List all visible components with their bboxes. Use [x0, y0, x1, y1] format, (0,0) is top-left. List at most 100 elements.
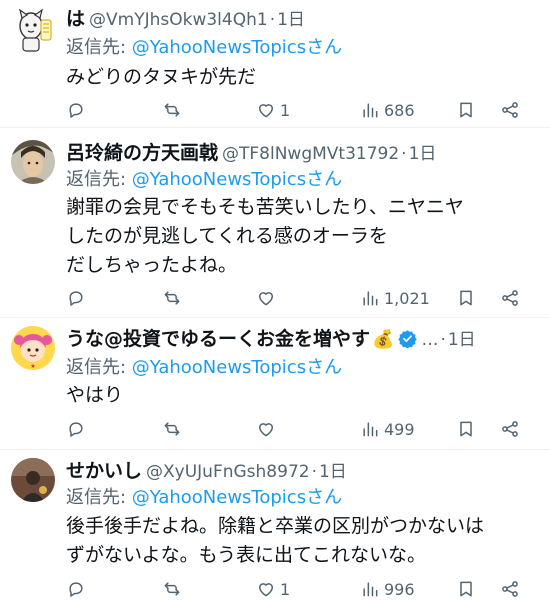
bookmark-button[interactable] — [456, 417, 476, 441]
reply-icon — [69, 291, 83, 306]
heart-icon — [259, 104, 273, 118]
views-button[interactable]: 686 — [360, 98, 415, 122]
game-character-avatar-icon — [11, 140, 55, 184]
tweet-text: 謝罪の会見でそもそも苦笑いしたり、ニヤニヤ したのが見逃してくれる感のオーラを … — [66, 196, 464, 276]
separator-dot: · — [440, 330, 446, 350]
separator-dot: · — [401, 144, 407, 164]
timestamp[interactable]: 1日 — [277, 5, 305, 30]
reply-icon — [69, 103, 83, 118]
separator-dot: · — [269, 10, 276, 30]
action-bar: 1 996 — [66, 577, 540, 601]
view-count: 996 — [384, 579, 415, 599]
bookmark-button[interactable] — [456, 286, 476, 310]
reply-button[interactable] — [66, 577, 86, 601]
tweet-header: せかいし @XyUJuFnGsh8972 · 1日 — [66, 456, 540, 482]
reply-prefix: 返信先: — [66, 169, 132, 190]
cartoon-girl-avatar-icon: ★ — [11, 326, 55, 370]
display-name[interactable]: は — [66, 4, 85, 30]
share-button[interactable] — [500, 98, 520, 122]
reply-context: 返信先: @YahooNewsTopicsさん — [66, 33, 342, 59]
reply-context: 返信先: @YahooNewsTopicsさん — [66, 483, 342, 509]
like-count: 1 — [280, 100, 291, 120]
retweet-icon — [164, 422, 180, 436]
share-button[interactable] — [500, 286, 520, 310]
retweet-button[interactable] — [162, 577, 182, 601]
like-button[interactable] — [256, 286, 280, 310]
timestamp[interactable]: 1日 — [319, 457, 347, 482]
tweet-header: 呂玲綺の方天画戟 @TF8lNwgMVt31792 · 1日 — [66, 138, 540, 164]
retweet-button[interactable] — [162, 98, 182, 122]
display-name[interactable]: 呂玲綺の方天画戟 — [66, 138, 218, 164]
like-button[interactable]: 1 — [256, 577, 290, 601]
tweet[interactable]: 呂玲綺の方天画戟 @TF8lNwgMVt31792 · 1日 返信先: @Yah… — [0, 128, 550, 318]
share-button[interactable] — [500, 417, 520, 441]
retweet-icon — [164, 103, 180, 117]
share-icon — [502, 290, 518, 306]
views-button[interactable]: 996 — [360, 577, 415, 601]
retweet-icon — [164, 291, 180, 305]
reply-button[interactable] — [66, 417, 86, 441]
tweet[interactable]: ★ うな@投資でゆるーくお金を増やす 💰 … · 1日 返信先: @YahooN… — [0, 318, 550, 450]
like-button[interactable]: 1 — [256, 98, 290, 122]
retweet-button[interactable] — [162, 286, 182, 310]
display-name[interactable]: うな@投資でゆるーくお金を増やす — [66, 324, 370, 350]
heart-icon — [259, 583, 273, 597]
views-button[interactable]: 499 — [360, 417, 415, 441]
retweet-button[interactable] — [162, 417, 182, 441]
reply-prefix: 返信先: — [66, 37, 132, 58]
heart-icon — [259, 292, 273, 306]
cartoon-avatar-icon — [14, 6, 54, 54]
bookmark-button[interactable] — [456, 98, 476, 122]
heart-icon — [259, 423, 273, 437]
tweet[interactable]: は @VmYJhsOkw3l4Qh1 · 1日 返信先: @YahooNewsT… — [0, 0, 550, 128]
reply-target-link[interactable]: @YahooNewsTopicsさん — [132, 357, 342, 378]
tweet-text: 後手後手だよね。除籍と卒業の区別がつかないは ずがないよな。もう表に出てこれない… — [66, 515, 485, 566]
user-handle[interactable]: @XyUJuFnGsh8972 — [146, 462, 310, 482]
svg-text:★: ★ — [30, 363, 35, 370]
action-bar: 499 — [66, 417, 540, 441]
photo-avatar-icon — [11, 458, 55, 502]
action-bar: 1 686 — [66, 98, 540, 122]
user-handle[interactable]: @TF8lNwgMVt31792 — [222, 144, 399, 164]
avatar[interactable] — [11, 140, 55, 184]
views-icon — [363, 422, 378, 437]
avatar[interactable]: ★ — [11, 326, 55, 370]
tweet[interactable]: せかいし @XyUJuFnGsh8972 · 1日 返信先: @YahooNew… — [0, 450, 550, 600]
bookmark-icon — [460, 581, 472, 597]
views-icon — [363, 291, 378, 306]
separator-dot: · — [311, 462, 317, 482]
share-icon — [502, 581, 518, 597]
avatar[interactable] — [11, 458, 55, 502]
tweet-header: うな@投資でゆるーくお金を増やす 💰 … · 1日 — [66, 324, 540, 350]
reply-target-link[interactable]: @YahooNewsTopicsさん — [132, 169, 342, 190]
views-icon — [363, 103, 378, 118]
user-handle[interactable]: … — [421, 330, 438, 350]
verified-badge-icon — [398, 329, 418, 349]
bookmark-button[interactable] — [456, 577, 476, 601]
reply-context: 返信先: @YahooNewsTopicsさん — [66, 353, 342, 379]
reply-target-link[interactable]: @YahooNewsTopicsさん — [132, 37, 342, 58]
share-icon — [502, 102, 518, 118]
like-count: 1 — [280, 579, 291, 599]
reply-target-link[interactable]: @YahooNewsTopicsさん — [132, 487, 342, 508]
timestamp[interactable]: 1日 — [448, 325, 476, 350]
view-count: 1,021 — [384, 288, 430, 308]
share-icon — [502, 421, 518, 437]
user-handle[interactable]: @VmYJhsOkw3l4Qh1 — [89, 10, 268, 30]
reply-button[interactable] — [66, 98, 86, 122]
reply-button[interactable] — [66, 286, 86, 310]
bookmark-icon — [460, 102, 472, 118]
timestamp[interactable]: 1日 — [409, 139, 437, 164]
view-count: 499 — [384, 419, 415, 439]
tweet-text: みどりのタヌキが先だ — [66, 66, 257, 88]
avatar[interactable] — [14, 6, 54, 54]
view-count: 686 — [384, 100, 415, 120]
share-button[interactable] — [500, 577, 520, 601]
display-name[interactable]: せかいし — [66, 456, 142, 482]
reply-context: 返信先: @YahooNewsTopicsさん — [66, 165, 342, 191]
bookmark-icon — [460, 421, 472, 437]
views-button[interactable]: 1,021 — [360, 286, 430, 310]
tweet-header: は @VmYJhsOkw3l4Qh1 · 1日 — [66, 4, 540, 30]
like-button[interactable] — [256, 417, 280, 441]
reply-icon — [69, 582, 83, 597]
